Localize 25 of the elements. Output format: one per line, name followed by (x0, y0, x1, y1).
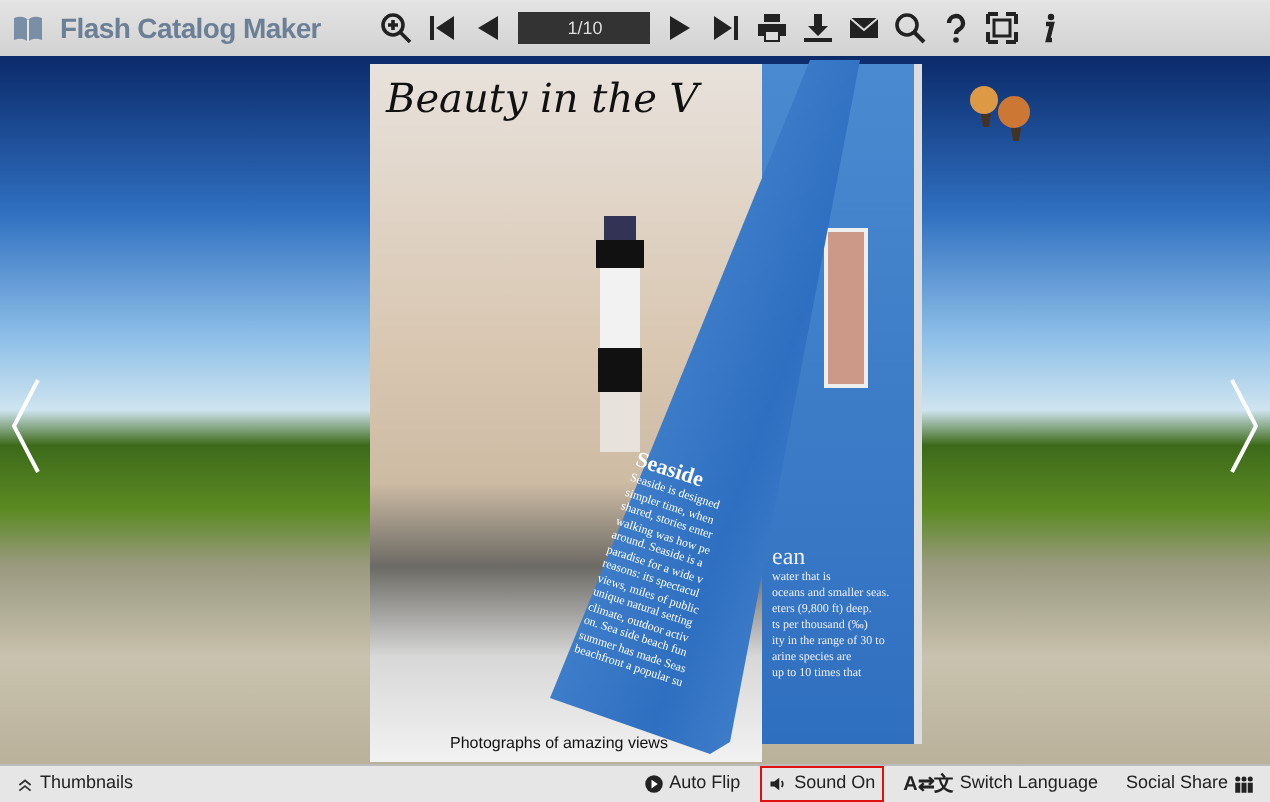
balloons-icon (964, 80, 1036, 144)
zoom-in-icon[interactable] (380, 12, 413, 44)
download-icon[interactable] (802, 12, 835, 44)
thumbnails-button[interactable]: Thumbnails (8, 766, 142, 802)
language-button[interactable]: A⇄文 Switch Language (895, 765, 1106, 802)
fullscreen-icon[interactable] (986, 12, 1019, 44)
mail-icon[interactable] (848, 12, 881, 44)
skip-forward-icon[interactable] (710, 12, 743, 44)
page-heading: ean (772, 542, 808, 570)
print-icon[interactable] (756, 12, 789, 44)
page-title: Beauty in the V (386, 72, 699, 126)
sound-button[interactable]: Sound On (760, 766, 884, 802)
people-icon (1234, 774, 1254, 794)
search-icon[interactable] (894, 12, 927, 44)
skip-back-icon[interactable] (426, 12, 459, 44)
play-icon (643, 774, 664, 794)
share-button[interactable]: Social Share (1117, 766, 1262, 802)
book-logo-icon (12, 12, 44, 44)
logo-text: Flash Catalog Maker (60, 9, 321, 48)
speaker-icon (768, 774, 789, 794)
auto-flip-button[interactable]: Auto Flip (635, 766, 749, 802)
translate-icon: A⇄文 (903, 769, 954, 799)
page-number-field[interactable]: 1/10 (518, 12, 651, 44)
photo-caption: Photographs of amazing views (450, 732, 668, 756)
chevron-up-icon (16, 775, 34, 793)
